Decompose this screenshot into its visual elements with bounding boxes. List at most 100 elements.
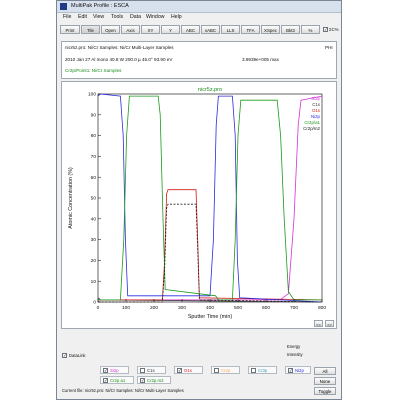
app-icon [60, 3, 67, 10]
menu-help[interactable]: Help [171, 14, 182, 21]
series-line-ni2p [97, 93, 323, 303]
file-info-panel: nicr5z.pro: Ni/Cr Samples: Ni/Cr Multi-L… [61, 41, 337, 79]
x-tick-label: 400 [206, 305, 214, 311]
o1s-checkbox[interactable]: ✓ [177, 368, 182, 373]
spectrum-si2p[interactable]: ✓ Si2p [100, 366, 129, 374]
xspec-button[interactable]: XSpec [261, 25, 280, 34]
abc-button[interactable]: ABC [181, 25, 200, 34]
spectrum-cr2p[interactable]: Cr2p [211, 366, 240, 374]
c1s-label: C1s [147, 368, 155, 373]
tfa-button[interactable]: TFA [241, 25, 260, 34]
legend-entry: O1s [312, 108, 321, 113]
title-bar: MultiPak Profile : ESCA [57, 1, 341, 13]
x-tick-label: 700 [290, 305, 298, 311]
cr2p-a1-label: Cr2p.a1 [110, 378, 126, 383]
tile-button[interactable]: Tile [81, 25, 100, 34]
max-intensity: 3.8939e+005 max [242, 57, 279, 62]
cr3p-checkbox[interactable] [251, 368, 256, 373]
lls-button[interactable]: LLS [221, 25, 240, 34]
cr2p-a1-checkbox[interactable]: ✓ [103, 378, 108, 383]
y-tick-label: 50 [91, 196, 97, 202]
xy-button[interactable]: XY [141, 25, 160, 34]
multipak-window: MultiPak Profile : ESCA File Edit View T… [56, 0, 342, 400]
axis-button[interactable]: Axis [121, 25, 140, 34]
o1s-label: O1s [184, 368, 192, 373]
cr2p-label: Cr2p [221, 368, 231, 373]
si2p-label: Si2p [110, 368, 119, 373]
chart-panel: nicr5z.pro 0 100 200 300 400 500 600 700 800 0 10 2… [61, 81, 337, 329]
acquisition-parameters: 2010 Jan 27 Al mono 40.8 W 200.0 µ 45.0°… [65, 57, 173, 62]
menu-window[interactable]: Window [146, 14, 164, 21]
x-tick-label: 500 [234, 305, 242, 311]
cr2p-m2-checkbox[interactable]: ✓ [140, 378, 145, 383]
plot-area [97, 93, 323, 303]
menu-file[interactable]: File [63, 14, 71, 21]
depth-profile-chart: nicr5z.pro 0 100 200 300 400 500 600 700 800 0 10 2… [68, 87, 326, 320]
legend-entry: Ni2p [311, 114, 321, 119]
legend-entry: Cr2p/a1 [304, 120, 320, 125]
si2p-checkbox[interactable]: ✓ [103, 368, 108, 373]
y-axis-label: Atomic Concentration (%) [68, 167, 74, 229]
cr3p-label: Cr3p [258, 368, 268, 373]
xabc-button[interactable]: xABC [201, 25, 220, 34]
file-description: nicr5z.pro: Ni/Cr Samples: Ni/Cr Multi-L… [65, 45, 174, 50]
c1s-checkbox[interactable] [140, 368, 145, 373]
y-tick-label: 80 [91, 133, 97, 139]
ni2p-label: Ni2p [295, 368, 304, 373]
none-button[interactable]: None [314, 377, 336, 385]
percent-button[interactable]: % [301, 25, 320, 34]
series-line-cr2p-a1 [98, 95, 322, 301]
menu-bar: File Edit View Tools Data Window Help [57, 13, 341, 22]
next-button[interactable]: >> [325, 320, 334, 327]
legend-entry: C1s [312, 102, 321, 107]
y-tick-label: 60 [91, 175, 97, 181]
legend-entry: Si2p [311, 96, 320, 101]
ni2p-checkbox[interactable]: ✓ [288, 368, 293, 373]
datalink-label: DataLink [69, 353, 86, 358]
energy-label: Energy [287, 344, 301, 349]
spectrum-ni2p[interactable]: ✓ Ni2p [285, 366, 311, 374]
print-button[interactable]: Print [60, 25, 80, 34]
spectrum-o1s[interactable]: ✓ O1s [174, 366, 203, 374]
menu-edit[interactable]: Edit [78, 14, 87, 21]
spectrum-c1s[interactable]: C1s [137, 366, 166, 374]
region-label: Cr2p/Point1: Ni/Cr Samples [65, 68, 122, 73]
toolbar: Print Tile Open Axis XY Y ABC xABC LLS T… [60, 25, 339, 36]
spectrum-cr2p-m2[interactable]: ✓ Cr2p.m2 [137, 376, 171, 384]
menu-tools[interactable]: Tools [111, 14, 123, 21]
spectrum-cr3p[interactable]: Cr3p [248, 366, 277, 374]
menu-view[interactable]: View [93, 14, 104, 21]
series-line-o1s [98, 189, 323, 301]
y-tick-label: 30 [91, 237, 97, 243]
status-bar: Current file: nicr5z.pro: Ni/Cr Samples:… [62, 388, 184, 393]
cr2p-m2-label: Cr2p.m2 [147, 378, 164, 383]
sum-percent-label: ΣC% [329, 27, 339, 32]
x-tick-label: 800 [318, 305, 326, 311]
chart-title: nicr5z.pro [198, 87, 222, 93]
previous-button[interactable]: << [314, 320, 323, 327]
sum-percent-checkbox[interactable]: ✓ [323, 27, 328, 32]
y-tick-label: 70 [91, 154, 97, 160]
y-tick-label: 10 [91, 279, 97, 285]
x-axis-label: Sputter Time (min) [188, 314, 233, 320]
window-title: MultiPak Profile : ESCA [71, 3, 129, 9]
menu-data[interactable]: Data [130, 14, 141, 21]
x-tick-label: 100 [122, 305, 130, 311]
x-tick-label: 600 [262, 305, 270, 311]
y-tick-label: 100 [88, 92, 96, 98]
x-tick-label: 200 [150, 305, 158, 311]
bkt3-button[interactable]: Bkt3 [281, 25, 300, 34]
spectrum-cr2p-a1[interactable]: ✓ Cr2p.a1 [100, 376, 134, 384]
vendor-label: PHI [325, 45, 333, 50]
series-line-si2p [98, 95, 323, 301]
toggle-button[interactable]: Toggle [314, 387, 336, 395]
x-tick-label: 300 [178, 305, 186, 311]
cr2p-checkbox[interactable] [214, 368, 219, 373]
y-tick-label: 20 [91, 258, 97, 264]
intensity-label: Intensity [287, 352, 303, 357]
y-button[interactable]: Y [161, 25, 180, 34]
open-button[interactable]: Open [101, 25, 120, 34]
x-tick-label: 0 [97, 305, 100, 311]
all-button[interactable]: All [314, 367, 336, 375]
datalink-checkbox[interactable]: ✓ [62, 353, 67, 358]
